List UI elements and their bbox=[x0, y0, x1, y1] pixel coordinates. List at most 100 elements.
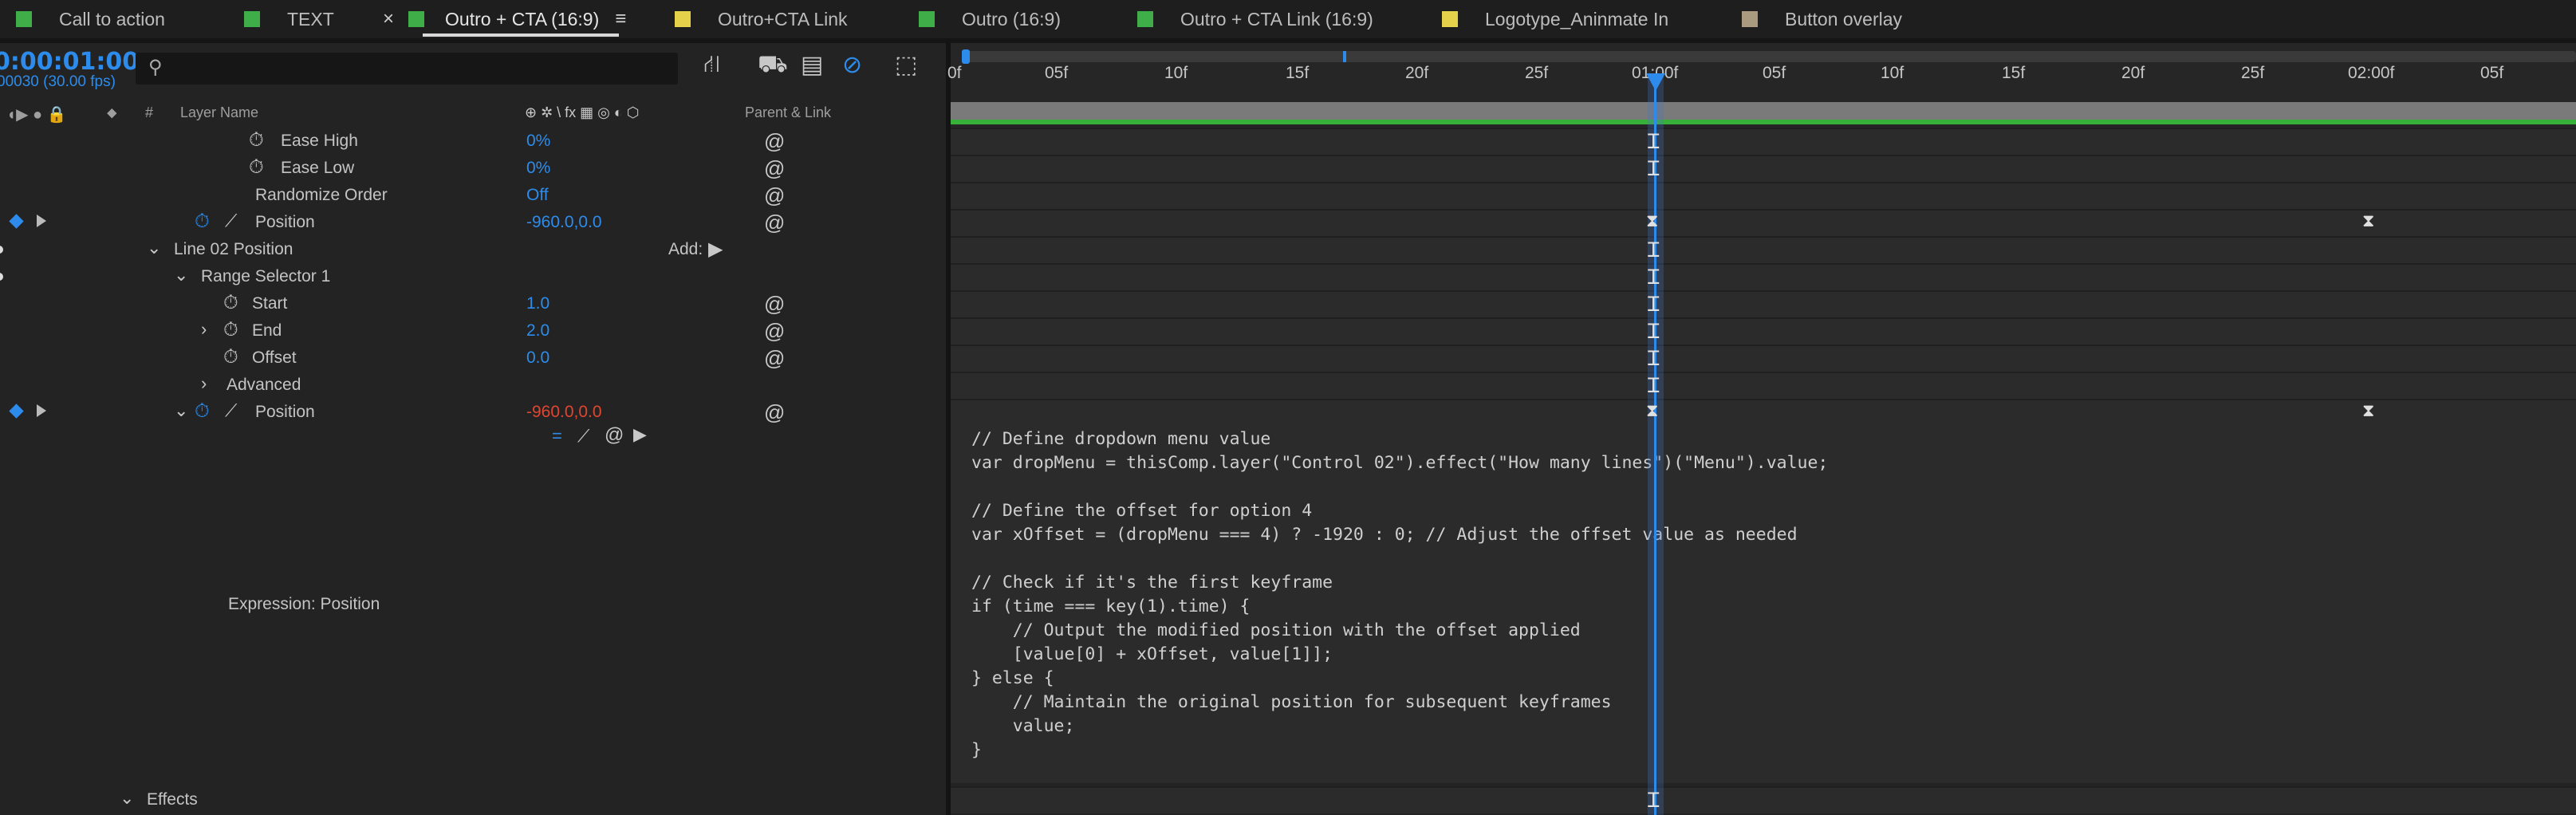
next-keyframe-icon[interactable] bbox=[37, 215, 46, 227]
keyframe-hourglass-icon[interactable]: ⧗ bbox=[1646, 211, 1658, 231]
expression-language-menu-icon[interactable]: ▶ bbox=[633, 424, 647, 445]
draft-3d-icon[interactable]: ⛟ bbox=[758, 51, 788, 81]
tab-outro-cta-link-16-9[interactable]: Outro + CTA Link (16:9) bbox=[1137, 0, 1373, 38]
hold-keyframe-icon[interactable]: Ɪ bbox=[1648, 370, 1659, 399]
chevron-down-icon[interactable]: ⌄ bbox=[174, 400, 188, 421]
stopwatch-icon[interactable]: ⏱ bbox=[223, 319, 238, 341]
timeline-track-row[interactable] bbox=[951, 263, 2576, 290]
time-navigator-start-handle[interactable] bbox=[962, 49, 970, 64]
hold-keyframe-icon[interactable]: Ɪ bbox=[1648, 262, 1659, 290]
layer-search-input[interactable]: ⚲ bbox=[136, 53, 678, 85]
hold-keyframe-icon[interactable]: Ɪ bbox=[1648, 126, 1659, 155]
chevron-right-icon[interactable]: › bbox=[201, 319, 207, 340]
timeline-track-row[interactable] bbox=[951, 345, 2576, 372]
timeline-track-row[interactable] bbox=[951, 786, 2576, 813]
property-row-advanced[interactable]: › Advanced bbox=[0, 372, 946, 399]
current-time-display[interactable]: 0:00:01:00 bbox=[0, 48, 139, 76]
pickwhip-icon[interactable]: @ bbox=[764, 211, 785, 235]
stopwatch-icon[interactable]: ⏱ bbox=[249, 129, 264, 152]
property-value[interactable]: 0% bbox=[526, 132, 550, 151]
shy-layers-icon[interactable]: ▤ bbox=[801, 51, 823, 79]
property-value[interactable]: 1.0 bbox=[526, 294, 549, 313]
tab-menu-icon[interactable]: ≡ bbox=[615, 8, 626, 30]
tab-call-to-action[interactable]: Call to action bbox=[16, 0, 165, 38]
property-value[interactable]: -960.0,0.0 bbox=[526, 213, 602, 232]
timeline-track-row[interactable] bbox=[951, 399, 2576, 426]
hold-keyframe-icon[interactable]: Ɪ bbox=[1648, 289, 1659, 317]
keyframe-icon[interactable] bbox=[9, 404, 24, 419]
graph-icon[interactable]: ⟋ bbox=[225, 400, 237, 421]
composition-flowchart-icon[interactable]: ⛙ bbox=[703, 51, 720, 81]
chevron-down-icon[interactable]: ⌄ bbox=[147, 238, 161, 258]
next-keyframe-icon[interactable] bbox=[37, 404, 46, 417]
keyframe-hourglass-icon[interactable]: ⧗ bbox=[2362, 400, 2374, 421]
property-row-effects[interactable]: ⌄ Effects bbox=[0, 786, 946, 813]
hold-keyframe-icon[interactable]: Ɪ bbox=[1648, 785, 1659, 813]
expand-handle-icon[interactable] bbox=[0, 273, 3, 281]
tab-text[interactable]: TEXT bbox=[244, 0, 334, 38]
work-area-bar[interactable] bbox=[951, 102, 2576, 121]
chevron-down-icon[interactable]: ⌄ bbox=[174, 265, 188, 285]
timeline-track-row[interactable] bbox=[951, 372, 2576, 399]
property-row-position-2[interactable]: ⌄ ⏱ ⟋ Position -960.0,0.0 @ bbox=[0, 399, 946, 426]
timeline-track-row[interactable] bbox=[951, 236, 2576, 263]
property-value[interactable]: 0.0 bbox=[526, 348, 549, 368]
pickwhip-icon[interactable]: @ bbox=[764, 183, 785, 208]
property-value[interactable]: 2.0 bbox=[526, 321, 549, 341]
pickwhip-icon[interactable]: @ bbox=[764, 156, 785, 181]
chevron-down-icon[interactable]: ⌄ bbox=[120, 788, 134, 809]
property-value[interactable]: 0% bbox=[526, 159, 550, 178]
keyframe-hourglass-icon[interactable]: ⧗ bbox=[2362, 211, 2374, 231]
property-row-ease-low[interactable]: ⏱ Ease Low 0% @ bbox=[0, 155, 946, 182]
pickwhip-icon[interactable]: @ bbox=[764, 292, 785, 317]
expression-graph-icon[interactable]: ⟋ bbox=[577, 426, 589, 447]
property-row-range-selector[interactable]: ⌄ Range Selector 1 bbox=[0, 263, 946, 290]
tab-outro-cta-link[interactable]: Outro+CTA Link bbox=[675, 0, 848, 38]
keyframe-icon[interactable] bbox=[9, 214, 24, 229]
hold-keyframe-icon[interactable]: Ɪ bbox=[1648, 234, 1659, 263]
property-row-position-1[interactable]: ⏱ ⟋ Position -960.0,0.0 @ bbox=[0, 209, 946, 236]
pickwhip-icon[interactable]: @ bbox=[764, 400, 785, 425]
stopwatch-icon[interactable]: ⏱ bbox=[195, 400, 210, 423]
hold-keyframe-icon[interactable]: Ɪ bbox=[1648, 153, 1659, 182]
stopwatch-icon[interactable]: ⏱ bbox=[249, 156, 264, 179]
property-row-randomize-order[interactable]: Randomize Order Off @ bbox=[0, 182, 946, 209]
tab-logotype-animate-in[interactable]: Logotype_Aninmate In bbox=[1442, 0, 1668, 38]
time-navigator[interactable] bbox=[963, 51, 2576, 62]
expression-enable-icon[interactable]: = bbox=[552, 426, 562, 447]
label-tag-icon[interactable]: ⬥ bbox=[107, 104, 117, 121]
property-row-start[interactable]: ⏱ Start 1.0 @ bbox=[0, 290, 946, 317]
timeline-track-row[interactable] bbox=[951, 290, 2576, 317]
keyframe-hourglass-icon[interactable]: ⧗ bbox=[1646, 400, 1658, 421]
expression-code[interactable]: // Define dropdown menu value var dropMe… bbox=[971, 427, 1828, 762]
expression-pickwhip-icon[interactable]: @ bbox=[605, 424, 624, 447]
parent-link-header[interactable]: Parent & Link bbox=[745, 104, 831, 121]
property-row-end[interactable]: › ⏱ End 2.0 @ bbox=[0, 317, 946, 345]
close-icon[interactable]: × bbox=[383, 8, 394, 30]
timeline-track-row[interactable] bbox=[951, 155, 2576, 182]
current-time-indicator[interactable] bbox=[1654, 77, 1656, 815]
property-row-line02-position[interactable]: ⌄ Line 02 Position Add: ▶ bbox=[0, 236, 946, 263]
property-row-offset[interactable]: ⏱ Offset 0.0 @ bbox=[0, 345, 946, 372]
timeline-track-row[interactable] bbox=[951, 182, 2576, 209]
property-value[interactable]: Off bbox=[526, 186, 549, 205]
tab-button-overlay[interactable]: Button overlay bbox=[1742, 0, 1902, 38]
property-value[interactable]: -960.0,0.0 bbox=[526, 403, 602, 422]
hold-keyframe-icon[interactable]: Ɪ bbox=[1648, 316, 1659, 345]
expand-handle-icon[interactable] bbox=[0, 246, 3, 254]
pickwhip-icon[interactable]: @ bbox=[764, 129, 785, 154]
tab-outro-cta-16-9[interactable]: × Outro + CTA (16:9) ≡ bbox=[383, 0, 626, 38]
timeline-track-row[interactable] bbox=[951, 317, 2576, 345]
graph-editor-icon[interactable]: ⬚ bbox=[895, 51, 917, 79]
add-property-icon[interactable]: ▶ bbox=[708, 238, 723, 261]
playhead-handle-icon[interactable] bbox=[1646, 73, 1665, 91]
stopwatch-icon[interactable]: ⏱ bbox=[195, 211, 210, 233]
pickwhip-icon[interactable]: @ bbox=[764, 319, 785, 344]
stopwatch-icon[interactable]: ⏱ bbox=[223, 292, 238, 314]
timeline-track-row[interactable] bbox=[951, 209, 2576, 236]
tab-outro-16-9[interactable]: Outro (16:9) bbox=[919, 0, 1061, 38]
timeline-track-row[interactable] bbox=[951, 128, 2576, 155]
frame-blending-icon[interactable]: ⊘ bbox=[842, 51, 862, 79]
chevron-right-icon[interactable]: › bbox=[201, 373, 207, 394]
av-switches-icons[interactable]: ◖▶ ● 🔒 bbox=[6, 104, 67, 124]
